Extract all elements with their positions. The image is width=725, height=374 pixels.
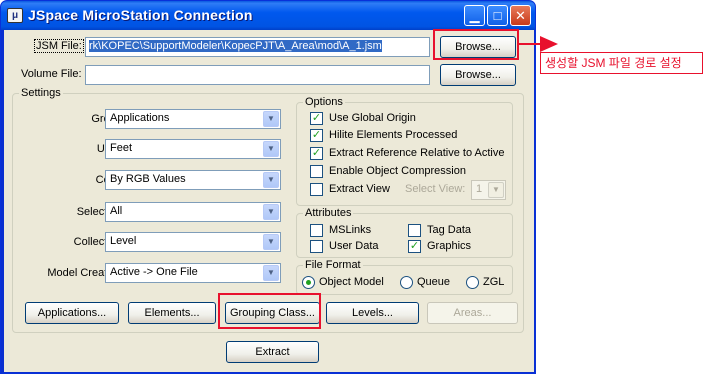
volume-browse-button[interactable]: Browse... [440,64,516,86]
select-view-value: 1 [476,183,483,195]
elements-button[interactable]: Elements... [128,302,216,324]
browse-highlight-box [433,29,519,60]
object-compression-checkbox[interactable] [310,165,323,178]
color-value: By RGB Values [110,173,186,185]
extract-button[interactable]: Extract [226,341,319,363]
zgl-radio[interactable] [466,276,479,289]
settings-title: Settings [19,87,63,99]
options-title: Options [303,96,345,108]
group-select[interactable]: Applications ▼ [105,109,281,129]
collection-value: Level [110,235,137,247]
user-data-checkbox[interactable] [310,240,323,253]
selection-select[interactable]: All ▼ [105,202,281,222]
chevron-down-icon[interactable]: ▼ [263,234,279,250]
areas-button[interactable]: Areas... [427,302,518,324]
select-view-label: Select View: [405,183,466,195]
graphics-label: Graphics [427,240,472,252]
graphics-checkbox[interactable]: ✓ [408,240,421,253]
close-button[interactable]: ✕ [510,5,531,26]
tag-data-label: Tag Data [427,224,472,236]
maximize-button[interactable]: □ [487,5,508,26]
chevron-down-icon[interactable]: ▼ [263,172,279,188]
model-creation-value: Active -> One File [110,266,198,278]
extract-reference-checkbox[interactable]: ✓ [310,147,323,160]
extract-view-label: Extract View [329,183,390,195]
object-model-label: Object Model [319,276,384,288]
annotation-callout: 생성할 JSM 파일 경로 설정 [540,52,703,74]
chevron-down-icon[interactable]: ▼ [263,111,279,127]
jsm-file-label: JSM File: [34,39,84,53]
attributes-title: Attributes [303,207,354,219]
use-global-origin-label: Use Global Origin [329,112,416,124]
chevron-down-icon[interactable]: ▼ [263,265,279,281]
mslinks-checkbox[interactable] [310,224,323,237]
minimize-icon: ▁ [469,8,480,23]
queue-label: Queue [417,276,451,288]
volume-file-label: Volume File: [21,68,82,80]
title-bar[interactable]: μ JSpace MicroStation Connection ▁ □ ✕ [1,1,535,30]
mslinks-label: MSLinks [329,224,372,236]
units-select[interactable]: Feet ▼ [105,139,281,159]
tag-data-checkbox[interactable] [408,224,421,237]
close-icon: ✕ [515,8,526,23]
units-value: Feet [110,142,133,154]
applications-button[interactable]: Applications... [25,302,119,324]
chevron-down-icon[interactable]: ▼ [263,204,279,220]
user-data-label: User Data [329,240,379,252]
jsm-file-value: rk\KOPEC\SupportModeler\KopecPJT\A_Area\… [89,40,382,52]
use-global-origin-checkbox[interactable]: ✓ [310,112,323,125]
color-select[interactable]: By RGB Values ▼ [105,170,281,190]
select-view-select[interactable]: 1 ▼ [471,180,506,200]
object-compression-label: Enable Object Compression [329,165,466,177]
zgl-label: ZGL [483,276,505,288]
maximize-icon: □ [493,8,502,23]
model-creation-select[interactable]: Active -> One File ▼ [105,263,281,283]
extract-view-checkbox[interactable] [310,183,323,196]
selection-value: All [110,205,123,217]
jsm-file-input[interactable]: rk\KOPEC\SupportModeler\KopecPJT\A_Area\… [85,37,430,57]
volume-file-input[interactable] [85,65,430,85]
object-model-radio[interactable] [302,276,315,289]
app-icon: μ [7,8,23,23]
queue-radio[interactable] [400,276,413,289]
file-format-title: File Format [303,259,363,271]
minimize-button[interactable]: ▁ [464,5,485,26]
collection-select[interactable]: Level ▼ [105,232,281,252]
annotation-arrow-icon [540,36,558,52]
levels-button[interactable]: Levels... [326,302,419,324]
chevron-down-icon[interactable]: ▼ [263,141,279,157]
chevron-down-icon[interactable]: ▼ [488,182,504,198]
hilite-elements-checkbox[interactable]: ✓ [310,129,323,142]
extract-reference-label: Extract Reference Relative to Active [329,147,505,159]
window-title: JSpace MicroStation Connection [28,7,253,23]
hilite-elements-label: Hilite Elements Processed [329,129,458,141]
grouping-class-highlight-box [218,293,321,329]
group-value: Applications [110,112,170,124]
